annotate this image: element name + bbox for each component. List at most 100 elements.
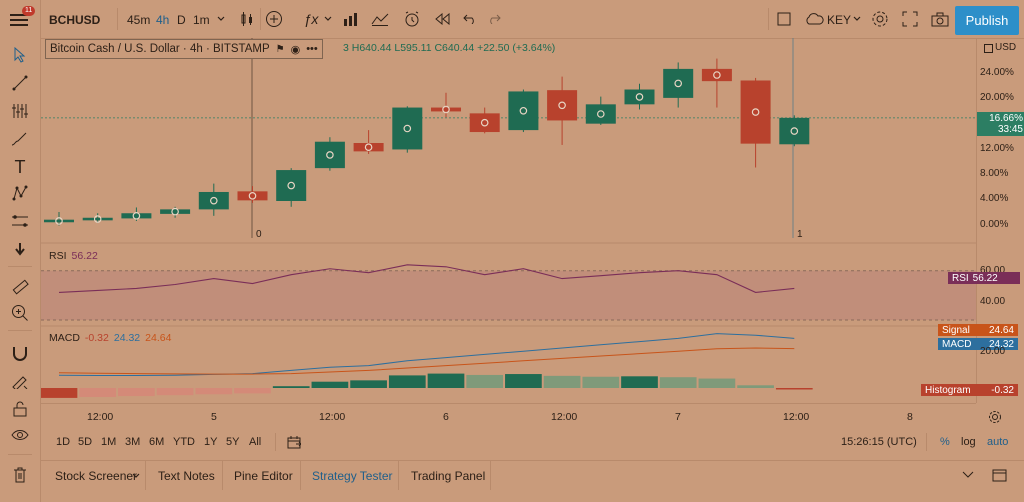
publish-button[interactable]: Publish bbox=[955, 6, 1019, 35]
candle-body bbox=[469, 113, 500, 133]
lock-icon[interactable] bbox=[8, 398, 32, 420]
notification-badge: 11 bbox=[22, 6, 36, 16]
flag-icon[interactable]: ⚑ bbox=[276, 44, 285, 55]
ruler-icon[interactable] bbox=[8, 276, 32, 298]
utc-clock[interactable]: 15:26:15 (UTC) bbox=[841, 436, 917, 448]
fullscreen-icon[interactable] bbox=[900, 9, 920, 29]
tab-pine-editor[interactable]: Pine Editor bbox=[234, 469, 293, 483]
macd-axis-label: 20.00 bbox=[980, 346, 1006, 357]
magnet-icon[interactable] bbox=[8, 342, 32, 364]
pattern-icon[interactable] bbox=[8, 182, 32, 204]
range-all[interactable]: All bbox=[249, 436, 261, 448]
goto-date-icon[interactable] bbox=[286, 434, 302, 450]
trash-icon[interactable] bbox=[8, 464, 32, 486]
rsi-legend[interactable]: RSI 56.22 bbox=[49, 250, 98, 262]
tab-trading-panel[interactable]: Trading Panel bbox=[411, 469, 485, 483]
gear-icon[interactable] bbox=[870, 9, 890, 29]
alarm-clock-icon[interactable] bbox=[401, 8, 423, 30]
marker-left: 0 bbox=[256, 229, 262, 240]
tab-strategy-tester[interactable]: Strategy Tester bbox=[312, 469, 392, 483]
rsi-value: 56.22 bbox=[71, 250, 98, 262]
range-5d[interactable]: 5D bbox=[78, 436, 92, 448]
rsi-tag-name: RSI bbox=[952, 272, 969, 284]
histogram-bar bbox=[79, 388, 117, 397]
trend-line-icon[interactable] bbox=[8, 72, 32, 94]
macd-legend[interactable]: MACD -0.32 24.32 24.64 bbox=[49, 332, 171, 344]
histogram-tag-name: Histogram bbox=[925, 384, 971, 396]
cloud-icon[interactable] bbox=[803, 10, 825, 28]
price-label: 0.00% bbox=[980, 219, 1009, 230]
more-icon[interactable]: ••• bbox=[306, 43, 318, 55]
chevron-down-icon[interactable] bbox=[131, 469, 141, 483]
current-price-tag: 16.66% 33:45 bbox=[977, 112, 1024, 136]
auto-toggle[interactable]: auto bbox=[987, 436, 1008, 448]
time-axis[interactable] bbox=[41, 403, 976, 428]
symbol-search[interactable]: BCHUSD bbox=[49, 9, 100, 31]
histogram-bar bbox=[234, 388, 271, 394]
range-1y[interactable]: 1Y bbox=[204, 436, 217, 448]
percent-toggle[interactable]: % bbox=[940, 436, 950, 448]
signal-tag: Signal 24.64 bbox=[938, 324, 1018, 336]
chevron-down-icon[interactable] bbox=[323, 12, 333, 26]
candle-body bbox=[44, 219, 74, 223]
interval-4h[interactable]: 4h bbox=[156, 9, 169, 31]
camera-icon[interactable] bbox=[930, 9, 950, 29]
range-3m[interactable]: 3M bbox=[125, 436, 140, 448]
compare-add-icon[interactable] bbox=[264, 9, 284, 29]
chart-canvas[interactable] bbox=[41, 38, 976, 403]
time-label: 5 bbox=[211, 411, 217, 423]
interval-45m[interactable]: 45m bbox=[127, 9, 150, 31]
log-toggle[interactable]: log bbox=[961, 436, 976, 448]
symbol-legend[interactable]: Bitcoin Cash / U.S. Dollar · 4h · BITSTA… bbox=[45, 39, 323, 59]
tab-stock-screener[interactable]: Stock Screener bbox=[55, 469, 137, 483]
chevron-down-icon[interactable] bbox=[215, 12, 227, 26]
fib-retracement-icon[interactable] bbox=[8, 100, 32, 122]
maximize-panel-icon[interactable] bbox=[990, 467, 1008, 483]
eye-icon[interactable] bbox=[8, 424, 32, 446]
histogram-bar bbox=[118, 388, 155, 397]
layout-icon[interactable] bbox=[775, 10, 793, 28]
currency-label[interactable]: USD bbox=[984, 42, 1016, 53]
layout-name[interactable]: KEY bbox=[827, 9, 851, 31]
templates-icon[interactable] bbox=[369, 9, 391, 29]
candle-body bbox=[160, 209, 191, 214]
indicators-fx-icon[interactable]: ƒx bbox=[298, 9, 324, 29]
histogram-bar bbox=[195, 388, 233, 395]
gear-icon[interactable] bbox=[986, 408, 1004, 426]
prediction-icon[interactable] bbox=[8, 210, 32, 232]
replay-icon[interactable] bbox=[432, 9, 452, 29]
zoom-in-icon[interactable] bbox=[8, 302, 32, 324]
brush-icon[interactable] bbox=[8, 128, 32, 150]
chevron-down-icon[interactable] bbox=[852, 12, 862, 26]
arrow-down-icon[interactable] bbox=[8, 238, 32, 260]
cursor-icon[interactable] bbox=[8, 44, 32, 66]
candle-body bbox=[701, 68, 732, 82]
range-5y[interactable]: 5Y bbox=[226, 436, 239, 448]
range-1d[interactable]: 1D bbox=[56, 436, 70, 448]
redo-icon[interactable] bbox=[485, 9, 503, 29]
tab-text-notes[interactable]: Text Notes bbox=[158, 469, 215, 483]
macd-label: MACD bbox=[49, 332, 80, 344]
macd-tag: MACD 24.32 bbox=[938, 338, 1018, 350]
histogram-tag-value: -0.32 bbox=[991, 384, 1014, 396]
histogram-bar bbox=[621, 376, 658, 388]
range-1m[interactable]: 1M bbox=[101, 436, 116, 448]
undo-icon[interactable] bbox=[461, 9, 479, 29]
time-label: 12:00 bbox=[551, 411, 578, 423]
candle-body bbox=[779, 117, 810, 145]
stay-drawing-icon[interactable] bbox=[8, 370, 32, 392]
candle-body bbox=[663, 68, 694, 98]
interval-d[interactable]: D bbox=[177, 9, 186, 31]
histogram-tag: Histogram -0.32 bbox=[921, 384, 1018, 396]
candle-style-icon[interactable] bbox=[237, 9, 257, 29]
text-icon[interactable]: T bbox=[8, 156, 32, 178]
interval-1m[interactable]: 1m bbox=[193, 9, 210, 31]
collapse-panel-icon[interactable] bbox=[960, 468, 976, 482]
rsi-label: RSI bbox=[49, 250, 67, 262]
eye-icon[interactable]: ◉ bbox=[291, 43, 301, 56]
rsi-tag: RSI 56.22 bbox=[948, 272, 1020, 284]
range-ytd[interactable]: YTD bbox=[173, 436, 195, 448]
price-label: 24.00% bbox=[980, 67, 1014, 78]
financials-icon[interactable] bbox=[341, 9, 361, 29]
range-6m[interactable]: 6M bbox=[149, 436, 164, 448]
